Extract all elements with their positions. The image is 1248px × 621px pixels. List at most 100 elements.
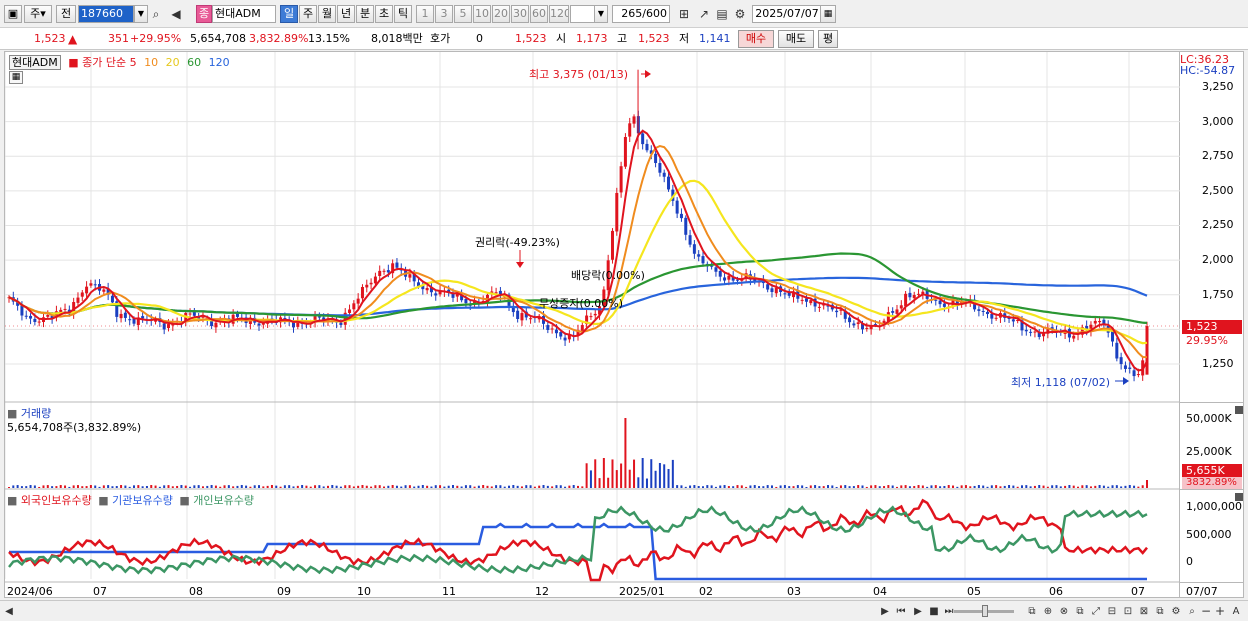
volume-bar bbox=[689, 485, 692, 488]
draw-tool-icon[interactable]: ↗ bbox=[696, 6, 712, 22]
volume-bar bbox=[503, 486, 506, 488]
period-button-2[interactable]: 월 bbox=[318, 5, 336, 23]
toggle-icon[interactable]: ⊗ bbox=[1058, 604, 1070, 619]
volume-bar bbox=[827, 485, 830, 488]
volume-bar bbox=[1085, 485, 1088, 488]
interval-button-6[interactable]: 60 bbox=[530, 5, 548, 23]
font-size-icon[interactable]: A bbox=[1230, 604, 1242, 619]
volume-bar bbox=[439, 485, 442, 488]
interval-button-0[interactable]: 1 bbox=[416, 5, 434, 23]
search-icon[interactable]: ⌕ bbox=[148, 6, 164, 22]
period-button-6[interactable]: 틱 bbox=[394, 5, 412, 23]
rewind-icon[interactable]: ⏮ bbox=[895, 604, 907, 619]
candle-body bbox=[817, 306, 821, 308]
volume-bar bbox=[451, 485, 454, 488]
interval-button-3[interactable]: 10 bbox=[473, 5, 491, 23]
data-count-field[interactable]: 265/600 bbox=[612, 5, 670, 23]
period-button-3[interactable]: 년 bbox=[337, 5, 355, 23]
volume-bar bbox=[107, 485, 110, 488]
fast-forward-icon[interactable]: ⏭ bbox=[944, 604, 954, 619]
interval-button-5[interactable]: 30 bbox=[511, 5, 529, 23]
period-button-1[interactable]: 주 bbox=[299, 5, 317, 23]
chart-area[interactable]: 2024/06 07 08 09 10 11 12 2025/01 02 03 04 05 06 07 현… bbox=[4, 51, 1181, 598]
last-price-tag: 1,523 bbox=[1182, 320, 1242, 334]
zoom-slider-handle[interactable] bbox=[982, 605, 988, 617]
volume-bar bbox=[788, 486, 791, 488]
volume-bar bbox=[163, 485, 166, 488]
scroll-left-icon[interactable]: ◀ bbox=[4, 604, 14, 619]
period-type-select[interactable]: 주▾ bbox=[24, 5, 52, 23]
candle-body bbox=[1128, 367, 1132, 369]
buy-button[interactable]: 매수 bbox=[738, 30, 774, 48]
volume-bar bbox=[1089, 486, 1092, 488]
volume-panel-close-icon[interactable] bbox=[1235, 406, 1243, 414]
calendar-icon[interactable]: ▦ bbox=[820, 5, 836, 23]
sell-button[interactable]: 매도 bbox=[778, 30, 814, 48]
scroll-right-icon[interactable]: ▶ bbox=[880, 604, 890, 619]
settings-icon[interactable]: ⚙ bbox=[1170, 604, 1182, 619]
period-button-5[interactable]: 초 bbox=[375, 5, 393, 23]
period-button-4[interactable]: 분 bbox=[356, 5, 374, 23]
candle-body bbox=[123, 312, 127, 318]
expand-icon[interactable]: ⤢ bbox=[1090, 604, 1102, 619]
candle-body bbox=[904, 293, 908, 307]
stock-code-input[interactable]: 187660 bbox=[78, 5, 134, 23]
chart-layout-icon[interactable]: ▣ bbox=[4, 5, 22, 23]
volume-bar bbox=[443, 486, 446, 488]
play-icon[interactable]: ▶ bbox=[912, 604, 924, 619]
crosshair-icon[interactable]: ⊞ bbox=[676, 6, 692, 22]
gear-icon[interactable]: ⚙ bbox=[732, 6, 748, 22]
prev-button[interactable]: 전 bbox=[56, 5, 76, 23]
interval-button-2[interactable]: 5 bbox=[454, 5, 472, 23]
volume-bar bbox=[598, 478, 601, 488]
data-count-value: 265 bbox=[621, 7, 643, 20]
interval-button-4[interactable]: 20 bbox=[492, 5, 510, 23]
volume-bar bbox=[1051, 485, 1054, 488]
period-button-0[interactable]: 일 bbox=[280, 5, 298, 23]
volume-bar bbox=[999, 486, 1002, 488]
legend-ma20: 20 bbox=[165, 56, 180, 69]
interval-button-1[interactable]: 3 bbox=[435, 5, 453, 23]
candle-body bbox=[1072, 335, 1076, 339]
code-dropdown-icon[interactable]: ▼ bbox=[134, 5, 148, 23]
eval-button[interactable]: 평 bbox=[818, 30, 838, 48]
bottom-scroll-bar: ◀ ▶ ⏮ ▶ ■ ⏭ ⧉ ⊕ ⊗ ⧉ ⤢ ⊟ ⊡ ⊠ ⧉ ⚙ ⌕ − + A bbox=[0, 600, 1248, 621]
candle-body bbox=[848, 317, 852, 323]
volume-bar bbox=[589, 470, 592, 488]
ma60-line bbox=[8, 252, 1148, 324]
volume-bar bbox=[154, 485, 157, 488]
candle-body bbox=[856, 322, 860, 325]
date-field[interactable]: 2025/07/07 bbox=[752, 5, 822, 23]
volume-bar bbox=[913, 486, 916, 488]
window-icon[interactable]: ⊡ bbox=[1122, 604, 1134, 619]
volume-bar bbox=[460, 486, 463, 488]
stock-name-field[interactable]: 현대ADM bbox=[212, 5, 276, 23]
overlay-icon[interactable]: ⊕ bbox=[1042, 604, 1054, 619]
grid-toggle-icon[interactable]: ▦ bbox=[9, 71, 23, 84]
volume-bar bbox=[473, 486, 476, 488]
volume-bar bbox=[883, 486, 886, 488]
candle-body bbox=[373, 276, 377, 284]
compare-icon[interactable]: ⧉ bbox=[1074, 604, 1086, 619]
legend-stock[interactable]: 현대ADM bbox=[9, 55, 61, 70]
candle-body bbox=[977, 309, 981, 311]
stop-icon[interactable]: ■ bbox=[928, 604, 940, 619]
candle-body bbox=[593, 313, 597, 316]
interval-button-7[interactable]: 120 bbox=[549, 5, 569, 23]
fit-icon[interactable]: ⊠ bbox=[1138, 604, 1150, 619]
search-icon[interactable]: ⌕ bbox=[1186, 604, 1198, 619]
zoom-out-icon[interactable]: − bbox=[1200, 604, 1212, 619]
volume-bar bbox=[81, 486, 84, 488]
screenshot-icon[interactable]: ⧉ bbox=[1154, 604, 1166, 619]
candle-body bbox=[76, 297, 80, 303]
save-icon[interactable]: ▤ bbox=[714, 6, 730, 22]
copy-icon[interactable]: ⧉ bbox=[1026, 604, 1038, 619]
volume-bar bbox=[357, 485, 360, 488]
volume-bar bbox=[89, 485, 92, 488]
volume-bar bbox=[1081, 485, 1084, 488]
interval-dropdown-icon[interactable]: ▼ bbox=[594, 5, 608, 23]
volume-bar bbox=[615, 470, 618, 488]
zoom-in-icon[interactable]: + bbox=[1214, 604, 1226, 619]
speaker-icon[interactable]: ◀ bbox=[168, 6, 184, 22]
split-icon[interactable]: ⊟ bbox=[1106, 604, 1118, 619]
